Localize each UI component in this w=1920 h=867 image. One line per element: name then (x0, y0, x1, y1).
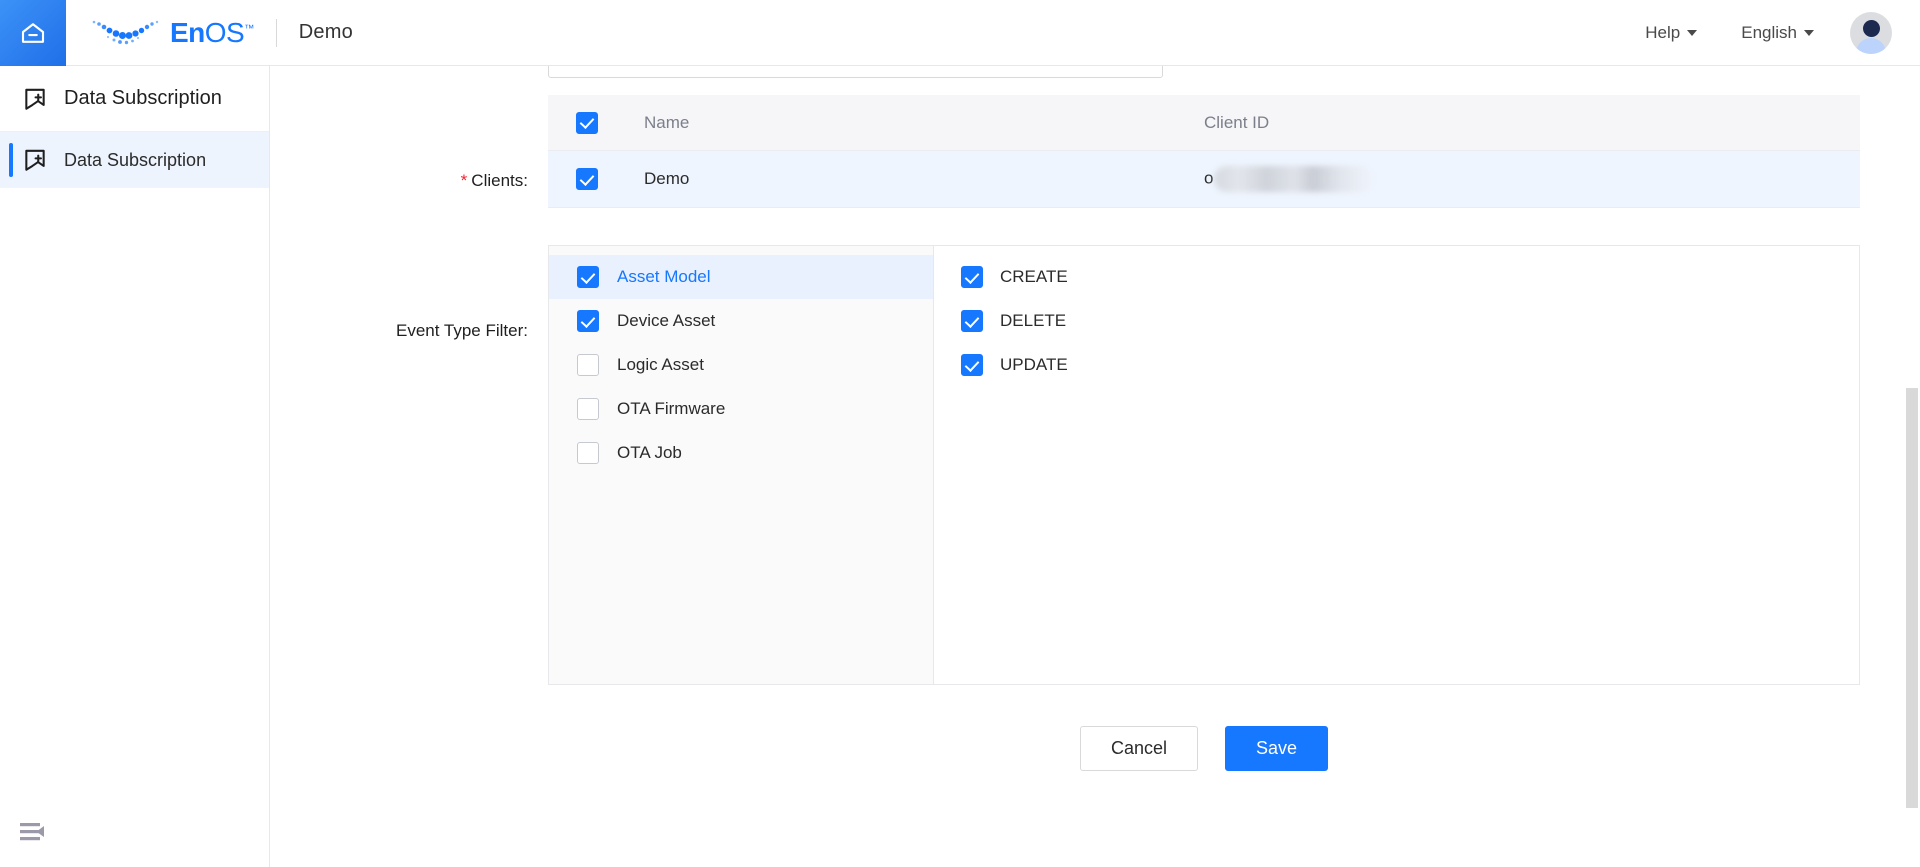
chevron-down-icon (1804, 29, 1814, 36)
event-action-checkbox[interactable] (961, 310, 983, 332)
brand-en: En (170, 16, 205, 48)
event-action-checkbox[interactable] (961, 354, 983, 376)
chevron-down-icon (1687, 29, 1698, 36)
sidebar: Data Subscription Data Subscription (0, 66, 270, 867)
form-footer-buttons: Cancel Save (548, 726, 1860, 771)
event-category-label: Device Asset (617, 311, 716, 330)
sidebar-header-label: Data Subscription (64, 87, 222, 109)
avatar-head (1862, 19, 1880, 37)
avatar-body (1856, 37, 1886, 54)
row-select-checkbox[interactable] (576, 168, 598, 190)
language-label: English (1741, 22, 1797, 42)
event-action-label: UPDATE (1000, 355, 1068, 374)
sidebar-item-data-subscription[interactable]: Data Subscription (0, 132, 269, 188)
event-action-list: CREATE DELETE UPDATE (934, 246, 1859, 684)
event-category-checkbox[interactable] (577, 398, 599, 420)
select-all-checkbox[interactable] (576, 111, 598, 134)
language-menu[interactable]: English (1719, 23, 1836, 43)
client-id-prefix: o (1204, 168, 1214, 188)
cancel-button[interactable]: Cancel (1079, 726, 1198, 771)
event-category-asset-model[interactable]: Asset Model (549, 255, 933, 299)
event-action-delete[interactable]: DELETE (934, 299, 1859, 343)
client-id-redacted (1214, 166, 1375, 192)
event-type-filter-box: Asset Model Device Asset Logic Asset OTA… (548, 245, 1860, 685)
event-category-list: Asset Model Device Asset Logic Asset OTA… (549, 246, 934, 684)
row-checkbox-wrap (576, 168, 644, 190)
event-category-device-asset[interactable]: Device Asset (549, 299, 933, 343)
clients-label-text: Clients (471, 171, 524, 190)
help-menu[interactable]: Help (1623, 23, 1719, 43)
top-bar: EnOS™ Demo Help English (0, 0, 1920, 66)
event-type-filter-label-colon: : (523, 321, 528, 340)
event-action-label: DELETE (1000, 311, 1067, 330)
bookmark-plus-icon (22, 86, 48, 112)
event-category-label: Asset Model (617, 267, 711, 286)
brand-tm: ™ (244, 23, 254, 35)
event-category-label: OTA Firmware (617, 399, 726, 418)
event-category-checkbox[interactable] (577, 310, 599, 332)
event-action-label: CREATE (1000, 267, 1068, 286)
event-category-logic-asset[interactable]: Logic Asset (549, 343, 933, 387)
page-scrollbar-thumb[interactable] (1906, 388, 1918, 808)
top-bar-actions: Help English (1623, 11, 1920, 54)
bookmark-plus-icon (22, 147, 48, 173)
sidebar-item-label: Data Subscription (64, 149, 207, 170)
event-category-checkbox[interactable] (577, 266, 599, 288)
column-header-name: Name (644, 112, 690, 132)
select-all-checkbox-wrap (576, 111, 644, 134)
table-row[interactable]: Demo o (548, 151, 1860, 207)
clients-label-colon: : (523, 171, 528, 190)
brand-os: OS (204, 16, 245, 48)
app-name: Demo (298, 21, 353, 43)
collapse-sidebar-icon[interactable] (20, 822, 46, 842)
cell-client-id: o (1204, 166, 1860, 192)
avatar[interactable] (1850, 11, 1892, 54)
event-action-checkbox[interactable] (961, 266, 983, 288)
event-action-create[interactable]: CREATE (934, 255, 1859, 299)
event-category-ota-job[interactable]: OTA Job (549, 431, 933, 475)
save-button[interactable]: Save (1225, 726, 1329, 771)
event-category-label: OTA Job (617, 443, 682, 462)
event-category-checkbox[interactable] (577, 354, 599, 376)
event-type-filter-label: Event Type Filter: (308, 321, 528, 341)
clients-table-header: Name Client ID (548, 95, 1860, 151)
sidebar-header: Data Subscription (0, 66, 269, 132)
clients-field-label: * Clients: (368, 171, 528, 191)
event-category-checkbox[interactable] (577, 442, 599, 464)
event-category-label: Logic Asset (617, 355, 704, 374)
page-scrollbar-track[interactable] (1904, 66, 1920, 867)
required-indicator: * (460, 171, 468, 190)
home-button[interactable] (0, 0, 66, 66)
main-content: * Clients: Name Client ID Demo o Event Ty… (270, 66, 1920, 867)
home-icon (18, 18, 48, 48)
brand-wordmark: EnOS™ (170, 17, 254, 49)
brand-divider (275, 18, 277, 47)
event-type-filter-label-text: Event Type Filter (396, 321, 524, 340)
event-category-ota-firmware[interactable]: OTA Firmware (549, 387, 933, 431)
cell-name: Demo (644, 169, 690, 188)
enos-swoosh-logo (88, 13, 166, 53)
partially-visible-input[interactable] (548, 66, 1163, 78)
brand: EnOS™ Demo (88, 13, 353, 53)
column-header-client-id: Client ID (1204, 112, 1270, 132)
event-action-update[interactable]: UPDATE (934, 343, 1859, 387)
clients-table: Name Client ID Demo o (548, 95, 1860, 208)
help-label: Help (1645, 22, 1681, 42)
